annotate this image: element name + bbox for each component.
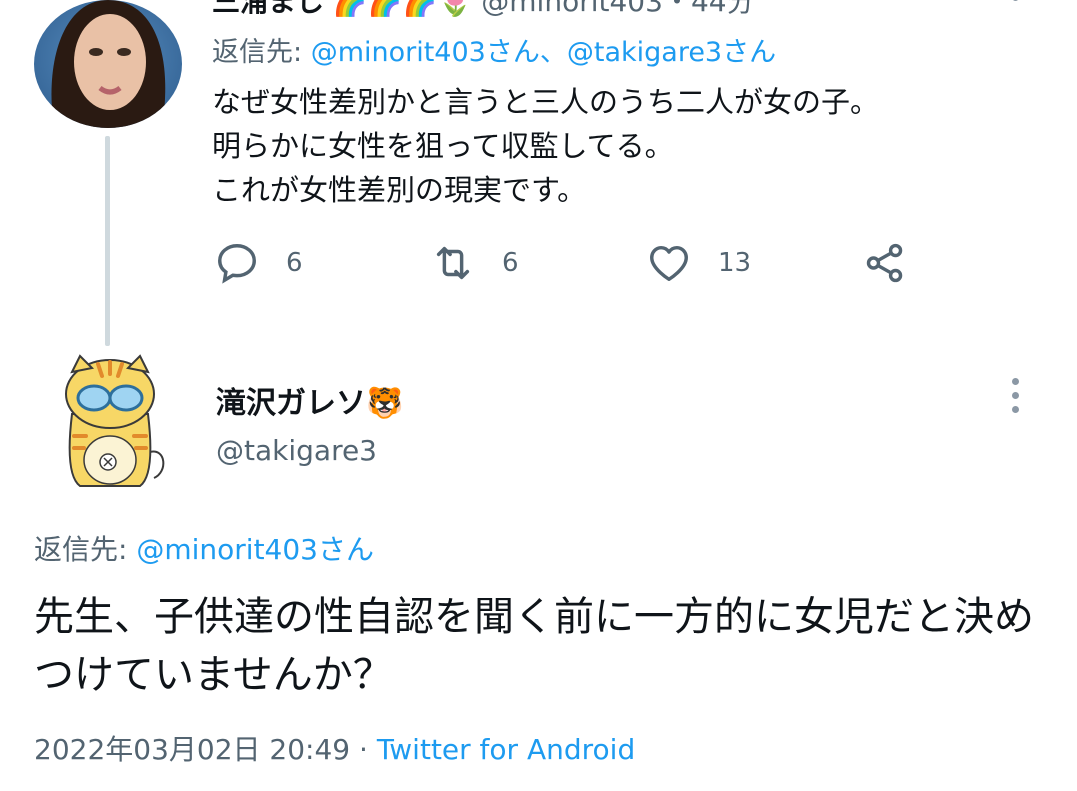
parent-handle[interactable]: @minorit403: [481, 0, 663, 18]
tiger-emoji-icon: 🐯: [366, 386, 404, 421]
retweet-button[interactable]: 6: [430, 240, 519, 286]
tweet-text-line: 明らかに女性を狙って収監してる。: [212, 129, 674, 163]
thread-line: [105, 136, 110, 346]
tweet-text-line: これが女性差別の現実です。: [212, 173, 587, 207]
parent-avatar[interactable]: [34, 0, 182, 128]
main-display-name-text: 滝沢ガレソ: [216, 386, 366, 421]
mention-link[interactable]: @minorit403さん: [136, 533, 374, 566]
parent-tweet-text: なぜ女性差別かと言うと三人のうち二人が女の子。 明らかに女性を狙って収監してる。…: [212, 80, 879, 212]
mention-separator: 、: [539, 37, 567, 68]
speech-bubble-icon: [218, 244, 256, 284]
parent-reply-to: 返信先: @minorit403さん、@takigare3さん: [212, 30, 776, 69]
like-count: 13: [718, 248, 752, 278]
tweet-text-line: なぜ女性差別かと言うと三人のうち二人が女の子。: [212, 85, 880, 119]
retweet-icon: [436, 246, 470, 280]
main-more-icon[interactable]: [1012, 378, 1019, 413]
parent-time[interactable]: 44分: [691, 0, 755, 18]
share-button[interactable]: [862, 240, 934, 286]
main-tweet-text: 先生、子供達の性自認を聞く前に一方的に女児だと決めつけていませんか？: [34, 594, 1034, 698]
header-separator: ・: [662, 0, 691, 18]
main-handle[interactable]: @takigare3: [216, 434, 377, 467]
parent-tweet-header: 三浦まし 🌈🌈🌈🌷 @minorit403・44分: [212, 0, 755, 20]
reply-prefix: 返信先:: [34, 533, 137, 566]
like-button[interactable]: 13: [646, 240, 751, 286]
mention-link[interactable]: @takigare3さん: [567, 37, 776, 68]
reply-count: 6: [286, 248, 303, 278]
main-display-name[interactable]: 滝沢ガレソ🐯: [216, 378, 403, 422]
reply-prefix: 返信先:: [212, 37, 311, 68]
share-icon: [866, 243, 903, 283]
main-reply-to: 返信先: @minorit403さん: [34, 528, 374, 568]
tweet-timestamp[interactable]: 2022年03月02日 20:49: [34, 733, 350, 766]
reply-button[interactable]: 6: [214, 240, 303, 286]
retweet-count: 6: [502, 248, 519, 278]
rainbow-emoji-icon: 🌈🌈🌈🌷: [332, 0, 473, 18]
mention-link[interactable]: @minorit403さん: [311, 37, 540, 68]
heart-icon: [650, 245, 688, 282]
meta-separator: ·: [350, 733, 377, 766]
client-link[interactable]: Twitter for Android: [377, 733, 635, 766]
parent-more-icon[interactable]: [1012, 0, 1019, 1]
tweet-meta: 2022年03月02日 20:49 · Twitter for Android: [34, 728, 635, 768]
parent-display-name[interactable]: 三浦まし: [212, 0, 324, 18]
main-avatar[interactable]: [50, 352, 170, 492]
